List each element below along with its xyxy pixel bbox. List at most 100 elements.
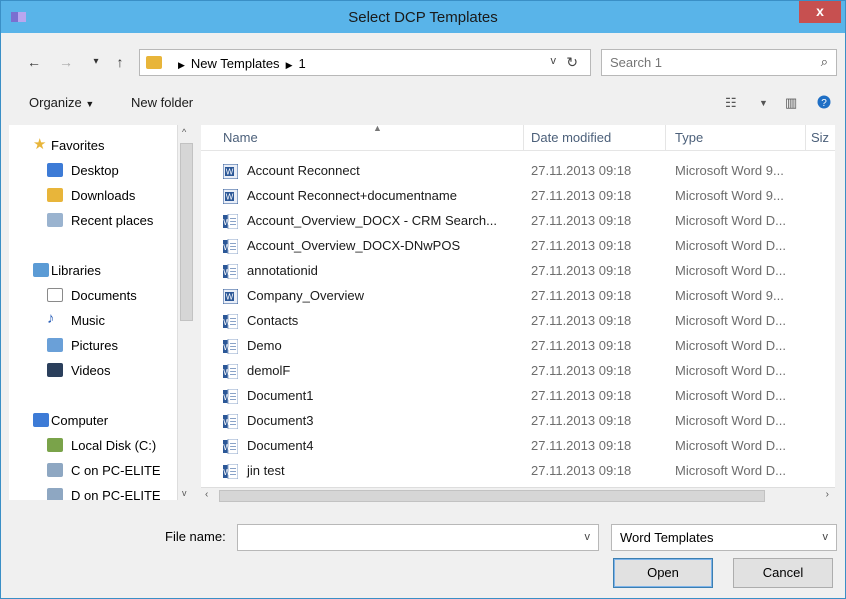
column-divider[interactable] (805, 125, 806, 151)
chevron-up-icon[interactable]: ^ (182, 127, 186, 137)
word-docx-icon: W (223, 464, 238, 479)
forward-button[interactable]: → (55, 52, 77, 74)
svg-text:?: ? (821, 98, 827, 109)
file-type-select[interactable]: Word Templates v (611, 524, 837, 551)
word-docx-icon: W (223, 314, 238, 329)
breadcrumb-new-templates[interactable]: New Templates (191, 56, 280, 71)
file-row[interactable]: WdemolF 27.11.2013 09:18 Microsoft Word D.… (201, 359, 821, 384)
chevron-right-icon[interactable]: › (826, 489, 829, 500)
file-name-input[interactable] (244, 530, 564, 545)
navigation-pane: ★ Favorites Desktop Downloads Recent pla… (9, 125, 177, 500)
navigation-scrollbar[interactable]: ^ v (177, 125, 195, 500)
chevron-down-icon[interactable]: ▼ (759, 98, 768, 108)
chevron-down-icon[interactable]: v (182, 488, 187, 498)
chevron-down-icon[interactable]: v (585, 531, 591, 543)
back-button[interactable]: ← (23, 52, 45, 74)
file-row[interactable]: Wannotationid 27.11.2013 09:18 Microsoft W… (201, 259, 821, 284)
file-date-modified: 27.11.2013 09:18 (531, 163, 632, 178)
organize-label: Organize (29, 95, 82, 110)
recent-locations-button[interactable]: ▾ (85, 52, 107, 74)
column-divider[interactable] (665, 125, 666, 151)
file-row[interactable]: W Account Reconnect+documentname 27.11.201… (201, 184, 821, 209)
up-button[interactable]: ↑ (109, 52, 131, 74)
file-row[interactable]: W Document3 27.11.2013 09:18 Microsoft Word… (201, 409, 821, 434)
refresh-icon[interactable]: ↻ (566, 54, 578, 71)
svg-text:W: W (223, 368, 231, 377)
search-box[interactable]: ⌕ (601, 49, 837, 76)
file-type: Microsoft Word D... (675, 213, 787, 228)
address-row: ← → ▾ ↑ ▶New Templates▶1 v ↻ ⌕ (1, 45, 845, 79)
svg-text:W: W (226, 168, 234, 177)
column-date-modified[interactable]: Date modified (531, 130, 611, 145)
preview-pane-icon[interactable]: ▥ (785, 95, 797, 111)
file-row[interactable]: W Account Reconnect 27.11.2013 09:18 Micros… (201, 159, 821, 184)
file-type: Microsoft Word D... (675, 313, 787, 328)
breadcrumb-1[interactable]: 1 (298, 56, 305, 71)
new-folder-button[interactable]: New folder (131, 95, 193, 110)
file-date-modified: 27.11.2013 09:18 (531, 263, 632, 278)
search-input[interactable] (610, 55, 800, 70)
file-name: annotationid (247, 263, 318, 278)
column-size[interactable]: Siz (811, 130, 829, 145)
file-row[interactable]: W Document4 27.11.2013 09:18 Microsoft Word… (201, 434, 821, 459)
open-button[interactable]: Open (613, 558, 713, 588)
network-drive-icon (47, 463, 63, 477)
dialog-footer: File name: v Word Templates v Open Cance… (1, 511, 845, 599)
desktop-icon (47, 163, 63, 177)
column-type[interactable]: Type (675, 130, 703, 145)
file-row[interactable]: W Account_Overview_DOCX-DNwPOS 27.11.2013 … (201, 234, 821, 259)
word-docx-icon: W (223, 439, 238, 454)
chevron-down-icon[interactable]: v (551, 55, 557, 67)
file-list-scrollbar[interactable] (835, 125, 845, 500)
videos-icon (47, 363, 63, 377)
help-icon[interactable]: ? (817, 95, 831, 112)
drive-icon (47, 438, 63, 452)
file-row[interactable]: W Contacts 27.11.2013 09:18 Microsoft Word … (201, 309, 821, 334)
view-options-icon[interactable]: ☷ (725, 95, 737, 111)
svg-text:W: W (223, 443, 231, 452)
chevron-left-icon[interactable]: ‹ (205, 489, 208, 500)
breadcrumb: ▶ New Templates ▶ 1 (178, 56, 306, 71)
organize-button[interactable]: Organize ▼ (29, 95, 94, 110)
file-type: Microsoft Word 9... (675, 188, 784, 203)
file-row[interactable]: W Account_Overview_DOCX - CRM Search... 27… (201, 209, 821, 234)
cancel-button[interactable]: Cancel (733, 558, 833, 588)
file-name: Company_Overview (247, 288, 365, 303)
file-name-combobox[interactable]: v (237, 524, 599, 551)
svg-text:W: W (223, 218, 231, 227)
svg-text:W: W (223, 418, 231, 427)
scrollbar-thumb[interactable] (219, 490, 765, 502)
file-type: Microsoft Word 9... (675, 163, 784, 178)
svg-text:W: W (223, 243, 231, 252)
horizontal-scrollbar[interactable]: ‹ › (201, 487, 835, 504)
column-divider[interactable] (523, 125, 524, 151)
file-type: Microsoft Word D... (675, 388, 787, 403)
word-97-icon: W (223, 289, 238, 304)
word-97-icon: W (223, 164, 238, 179)
file-row[interactable]: W Company_Overview 27.11.2013 09:18 Microso… (201, 284, 821, 309)
file-date-modified: 27.11.2013 09:18 (531, 388, 632, 403)
svg-text:W: W (223, 468, 231, 477)
file-name: Account Reconnect+documentname (247, 188, 457, 203)
svg-text:W: W (226, 293, 234, 302)
search-icon[interactable]: ⌕ (821, 54, 828, 70)
folder-icon (146, 56, 162, 69)
word-docx-icon: W (223, 239, 238, 254)
file-row[interactable]: Wjin test 27.11.2013 09:18 Microsoft Word … (201, 459, 821, 484)
title-bar: Select DCP Templates x (1, 1, 845, 33)
address-bar[interactable]: ▶ New Templates ▶ 1 v ↻ (139, 49, 591, 76)
file-row[interactable]: W Document1 27.11.2013 09:18 Microsoft Word… (201, 384, 821, 409)
file-name: Contacts (247, 313, 299, 328)
word-docx-icon: W (223, 339, 238, 354)
computer-icon (33, 413, 49, 427)
file-date-modified: 27.11.2013 09:18 (531, 188, 632, 203)
file-row[interactable]: W Demo 27.11.2013 09:18 Microsoft Word D... (201, 334, 821, 359)
svg-text:W: W (223, 343, 231, 352)
chevron-down-icon[interactable]: v (823, 531, 829, 543)
scrollbar-thumb[interactable] (180, 143, 193, 321)
word-docx-icon: W (223, 389, 238, 404)
close-button[interactable]: x (799, 1, 841, 23)
file-date-modified: 27.11.2013 09:18 (531, 438, 632, 453)
column-name[interactable]: Name (223, 130, 258, 145)
file-name: Document4 (247, 438, 314, 453)
